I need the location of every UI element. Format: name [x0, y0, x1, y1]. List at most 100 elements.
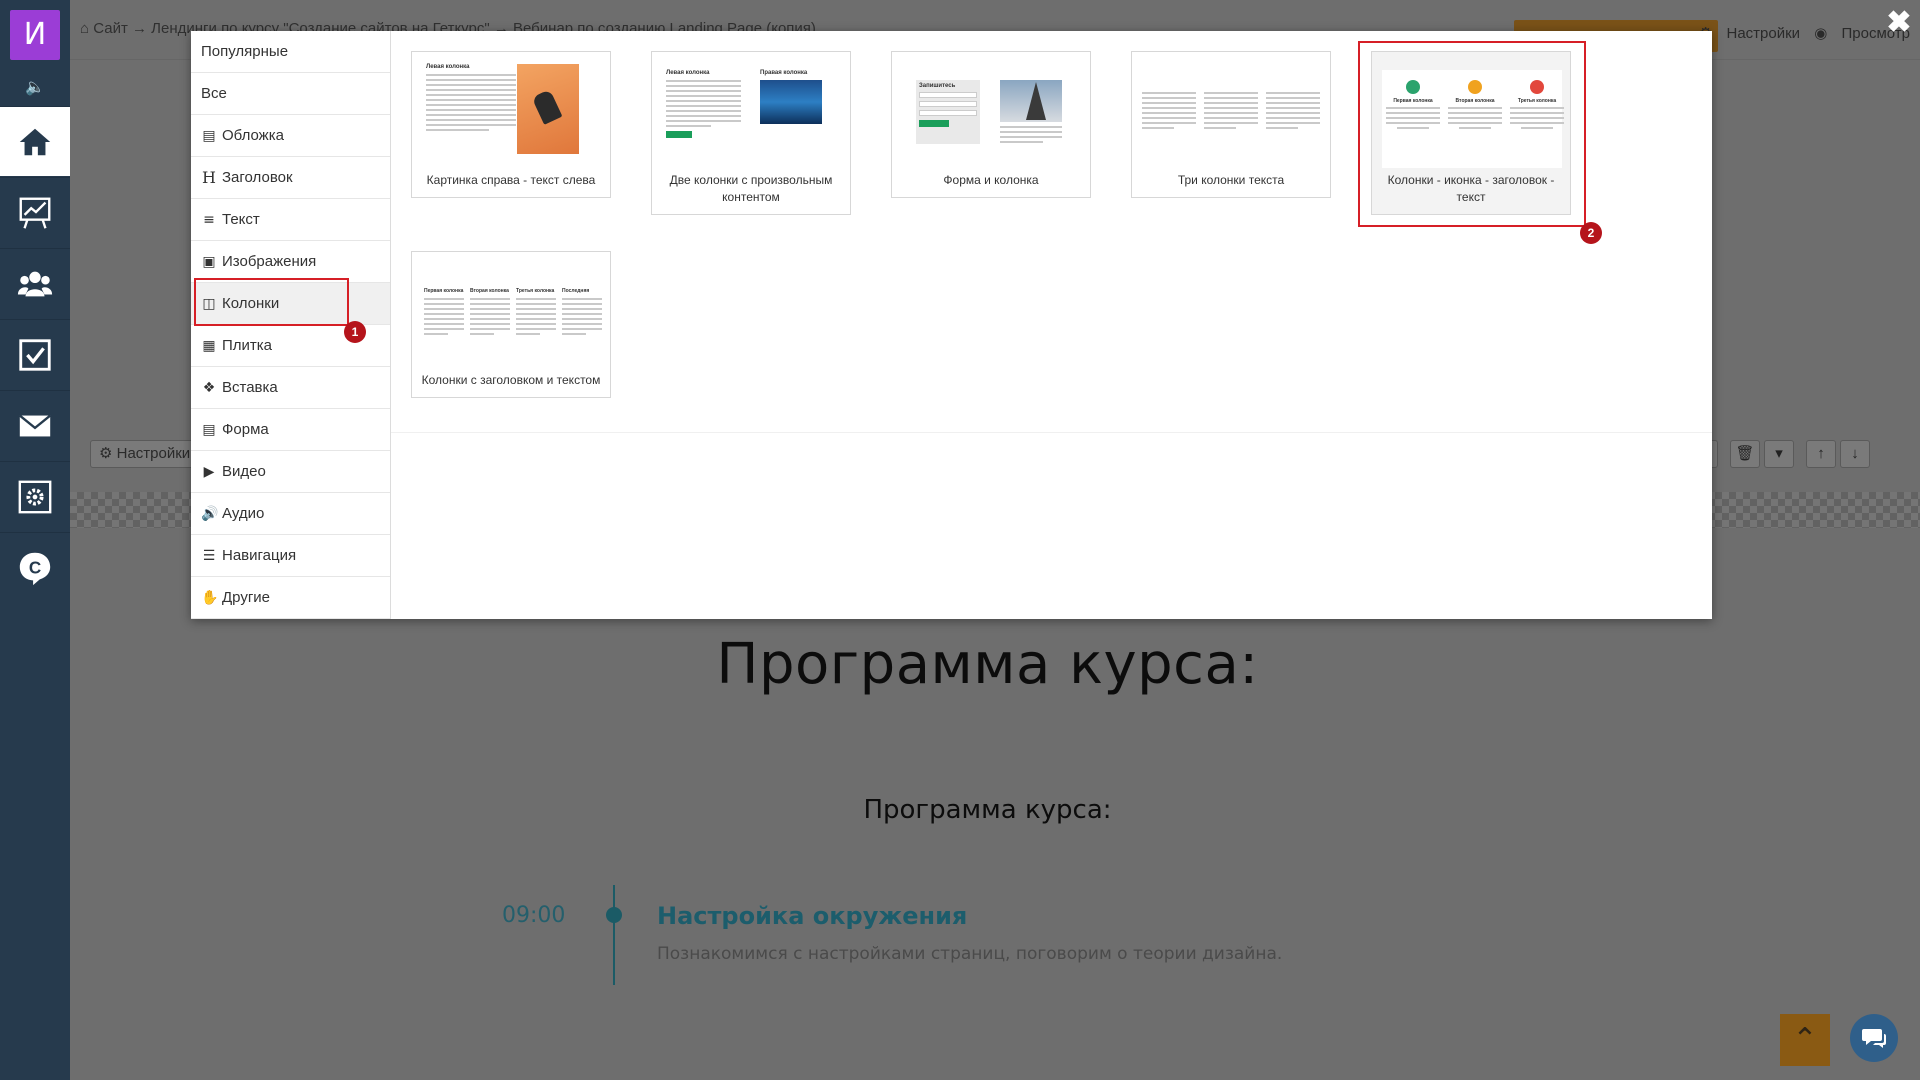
users-button[interactable]: [0, 248, 70, 318]
thumb-photo: [760, 80, 822, 124]
thumb-heading: Правая колонка: [760, 70, 808, 76]
category-embed[interactable]: ❖ Вставка: [191, 367, 390, 409]
template-image-right-text-left[interactable]: Левая колонка Картинка справа - текст сл…: [411, 51, 611, 198]
category-label: Все: [201, 85, 227, 102]
timeline-dot: [606, 907, 622, 923]
thumb-heading: Запишитесь: [919, 83, 956, 89]
header-icon: H: [202, 168, 216, 187]
hand-icon: ✋: [201, 589, 219, 606]
template-thumbnail: Левая колонка: [412, 52, 610, 172]
timeline-item-title: Настройка окружения: [657, 902, 968, 930]
form-icon: ▤: [202, 421, 216, 438]
thumb-heading: Третья колонка: [516, 288, 555, 294]
top-settings-label: Настройки: [1726, 25, 1801, 42]
course-title: Программа курса:: [716, 632, 1259, 697]
svg-text:C: C: [29, 558, 41, 577]
align-justify-icon: ≡: [203, 211, 215, 228]
block-settings-button[interactable]: ⚙ Настройки: [90, 440, 200, 468]
comments-icon: [1862, 1029, 1886, 1048]
top-settings-link[interactable]: ⚙ Настройки: [1699, 25, 1800, 42]
cubes-icon: ❖: [202, 379, 216, 396]
sound-icon[interactable]: 🔈: [0, 70, 70, 106]
caret-down-icon[interactable]: ▾: [1764, 440, 1794, 468]
category-popular[interactable]: Популярные: [191, 31, 390, 73]
category-label: Обложка: [222, 127, 284, 144]
timeline-item-desc: Познакомимся с настройками страниц, пого…: [657, 944, 1283, 964]
template-thumbnail: Первая колонка Вторая колонка Третья кол…: [412, 252, 610, 372]
grid-divider: [391, 432, 1712, 433]
template-caption: Три колонки текста: [1177, 173, 1285, 187]
category-label: Навигация: [222, 547, 297, 564]
chat-c-icon: C: [19, 552, 51, 585]
template-thumbnail: Запишитесь: [892, 52, 1090, 172]
template-two-columns[interactable]: Левая колонка Правая колонка Две колонки…: [651, 51, 851, 215]
close-icon[interactable]: ✖: [1886, 8, 1912, 38]
category-other[interactable]: ✋ Другие: [191, 577, 390, 619]
thumb-heading: Левая колонка: [426, 64, 470, 70]
category-label: Изображения: [222, 253, 317, 270]
template-three-columns-text[interactable]: Три колонки текста: [1131, 51, 1331, 198]
th-large-icon: ▦: [202, 337, 216, 354]
category-form[interactable]: ▤ Форма: [191, 409, 390, 451]
chat-app-button[interactable]: C: [0, 532, 70, 602]
scroll-to-top-button[interactable]: ⌃: [1780, 1014, 1830, 1066]
template-thumbnail: Левая колонка Правая колонка: [652, 52, 850, 172]
category-video[interactable]: ▶ Видео: [191, 451, 390, 493]
image-icon: ▣: [202, 253, 216, 270]
arrow-up-icon[interactable]: ↑: [1806, 440, 1836, 468]
mail-button[interactable]: [0, 390, 70, 460]
category-cover[interactable]: ▤ Обложка: [191, 115, 390, 157]
step-badge-2: 2: [1580, 222, 1602, 244]
template-caption: Две колонки с произвольным контентом: [669, 173, 833, 204]
category-all[interactable]: Все: [191, 73, 390, 115]
home-button[interactable]: [0, 106, 70, 176]
tasks-button[interactable]: [0, 319, 70, 389]
checkbox-icon: [19, 338, 51, 371]
arrow-down-icon[interactable]: ↓: [1840, 440, 1870, 468]
users-icon: [17, 271, 53, 296]
category-navigation[interactable]: ☰ Навигация: [191, 535, 390, 577]
template-caption: Форма и колонка: [943, 173, 1039, 187]
category-label: Видео: [222, 463, 266, 480]
category-label: Заголовок: [222, 169, 293, 186]
app-sidebar: И 🔈 C: [0, 0, 70, 1080]
top-actions: ⚙ Настройки ◉ Просмотр: [1689, 24, 1910, 42]
envelope-icon: [19, 414, 51, 436]
template-form-and-column[interactable]: Запишитесь Форма и колонка: [891, 51, 1091, 198]
template-columns-with-heading-text[interactable]: Первая колонка Вторая колонка Третья кол…: [411, 251, 611, 398]
highlight-columns-category: [194, 278, 349, 326]
timeline-line: [613, 885, 615, 985]
stats-button[interactable]: [0, 177, 70, 247]
timeline-time: 09:00: [502, 903, 566, 928]
bars-icon: ☰: [202, 547, 216, 564]
thumb-button: [666, 131, 692, 138]
youtube-icon: ▶: [203, 463, 215, 480]
thumb-heading: Первая колонка: [424, 288, 464, 294]
template-caption: Колонки с заголовком и текстом: [421, 373, 601, 387]
gear-icon: ⚙: [99, 445, 113, 462]
category-audio[interactable]: 🔊 Аудио: [191, 493, 390, 535]
block-tools: ❐ 🗑 ▾ ↑ ↓: [1688, 440, 1870, 468]
category-label: Плитка: [222, 337, 273, 354]
volume-icon: 🔊: [201, 505, 219, 522]
chevron-up-icon: ⌃: [1792, 1023, 1818, 1056]
category-text[interactable]: ≡ Текст: [191, 199, 390, 241]
template-thumbnail: [1132, 52, 1330, 172]
course-subtitle: Программа курса:: [863, 795, 1112, 825]
thumb-form: Запишитесь: [916, 80, 980, 144]
category-images[interactable]: ▣ Изображения: [191, 241, 390, 283]
camera-icon: ▤: [202, 127, 216, 144]
category-heading[interactable]: H Заголовок: [191, 157, 390, 199]
thumb-photo: [517, 64, 579, 154]
settings-panel-button[interactable]: [0, 461, 70, 531]
thumb-heading: Последняя: [562, 288, 590, 294]
home-icon: [19, 128, 51, 155]
settings-gear-icon: [18, 480, 52, 513]
block-settings-label: Настройки: [116, 445, 191, 462]
chat-widget-button[interactable]: [1850, 1014, 1898, 1062]
trash-icon[interactable]: 🗑: [1730, 440, 1760, 468]
step-badge-1: 1: [344, 321, 366, 343]
user-avatar-logo[interactable]: И: [10, 10, 60, 60]
highlight-template: [1358, 41, 1586, 227]
thumb-heading: Левая колонка: [666, 70, 710, 76]
